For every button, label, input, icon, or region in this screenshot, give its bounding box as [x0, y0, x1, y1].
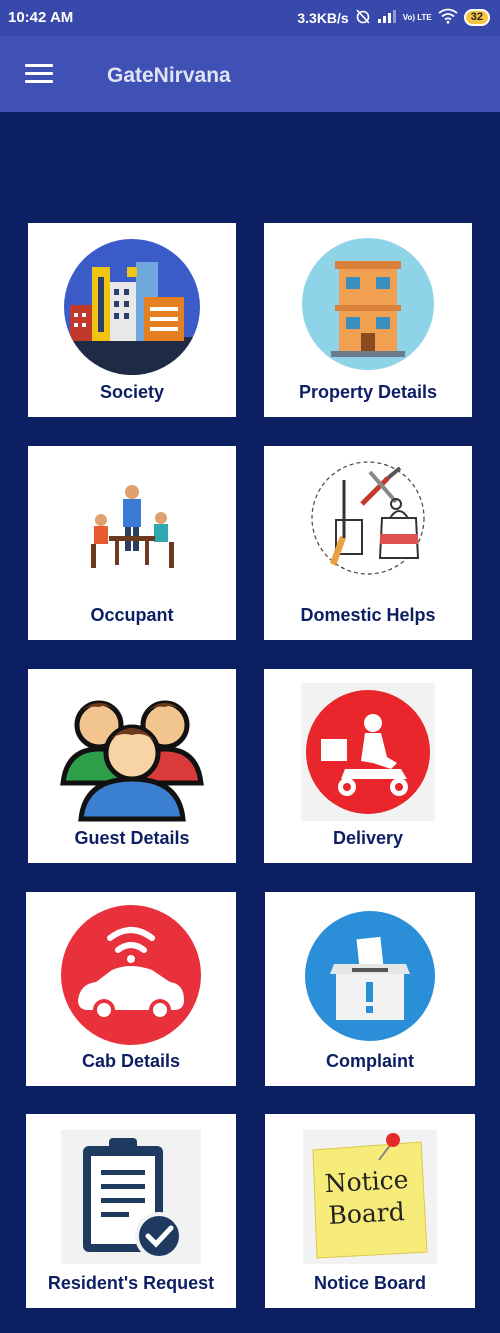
hamburger-menu-icon[interactable] — [25, 64, 53, 84]
alarm-off-icon — [355, 8, 371, 27]
society-buildings-icon — [62, 237, 202, 382]
card-occupant[interactable]: Occupant — [28, 446, 236, 640]
battery-indicator: 32 — [463, 9, 490, 26]
guest-group-icon — [59, 683, 205, 828]
app-title: GateNirvana — [107, 64, 231, 87]
card-label: Notice Board — [313, 1273, 427, 1293]
card-delivery[interactable]: Delivery — [264, 669, 472, 863]
card-label: Resident's Request — [47, 1273, 215, 1293]
card-domestic-helps[interactable]: Domestic Helps — [264, 446, 472, 640]
cab-car-icon — [60, 904, 202, 1051]
signal-icon — [377, 9, 397, 26]
clipboard-request-icon — [61, 1130, 201, 1269]
status-time: 10:42 AM — [8, 9, 74, 26]
domestic-tools-icon — [300, 458, 436, 583]
card-label: Society — [99, 382, 165, 402]
occupant-people-icon — [87, 478, 177, 583]
notice-text-line2: Board — [328, 1197, 406, 1230]
delivery-scooter-icon — [301, 683, 435, 826]
network-speed: 3.3KB/s — [297, 9, 349, 26]
card-label: Property Details — [298, 382, 438, 402]
status-indicators: 3.3KB/s Vo) LTE 32 — [297, 8, 490, 27]
card-property-details[interactable]: Property Details — [264, 223, 472, 417]
card-label: Complaint — [326, 1051, 414, 1071]
card-label: Delivery — [332, 828, 404, 848]
card-label: Domestic Helps — [300, 605, 436, 625]
notice-board-icon: Notice Board — [303, 1130, 437, 1269]
card-label: Cab Details — [81, 1051, 181, 1071]
property-building-icon — [301, 237, 435, 376]
card-society[interactable]: Society — [28, 223, 236, 417]
card-guest-details[interactable]: Guest Details — [28, 669, 236, 863]
status-bar: 10:42 AM 3.3KB/s Vo) LTE 32 — [0, 0, 500, 36]
card-label: Guest Details — [74, 828, 190, 848]
card-label: Occupant — [90, 605, 174, 625]
wifi-icon — [438, 8, 458, 27]
complaint-box-icon — [304, 910, 436, 1047]
card-complaint[interactable]: Complaint — [265, 892, 475, 1086]
volte-icon: Vo) LTE — [402, 12, 432, 22]
card-cab-details[interactable]: Cab Details — [26, 892, 236, 1086]
app-bar: GateNirvana — [0, 36, 500, 112]
notice-text-line1: Notice — [324, 1165, 409, 1198]
card-residents-request[interactable]: Resident's Request — [26, 1114, 236, 1308]
card-notice-board[interactable]: Notice Board Notice Board — [265, 1114, 475, 1308]
